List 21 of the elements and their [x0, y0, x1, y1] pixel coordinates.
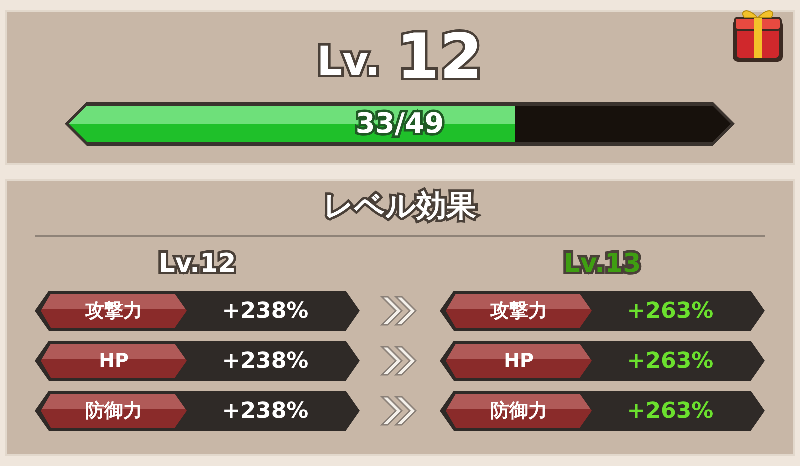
stat-label: HP: [446, 344, 592, 378]
stat-label: 防御力: [41, 394, 187, 428]
stat-label: 攻撃力: [446, 294, 592, 328]
stat-value: +263%: [626, 298, 715, 326]
experience-text: 33/49: [354, 106, 446, 142]
level-label: Lv.: [317, 42, 381, 82]
stat-value: +238%: [221, 398, 310, 426]
stat-value: +238%: [221, 298, 310, 326]
level-number: 12: [396, 26, 483, 88]
double-chevron-icon: [380, 294, 420, 328]
stat-label: 攻撃力: [41, 294, 187, 328]
panel-title: レベル効果: [324, 188, 476, 226]
stat-value: +263%: [626, 398, 715, 426]
double-chevron-icon: [380, 394, 420, 428]
double-chevron-icon: [380, 344, 420, 378]
stat-label: 防御力: [446, 394, 592, 428]
stat-value: +238%: [221, 348, 310, 376]
stat-value: +263%: [626, 348, 715, 376]
stat-label: HP: [41, 344, 187, 378]
level-heading: Lv.13: [564, 249, 642, 279]
level-heading: Lv.12: [158, 249, 236, 279]
